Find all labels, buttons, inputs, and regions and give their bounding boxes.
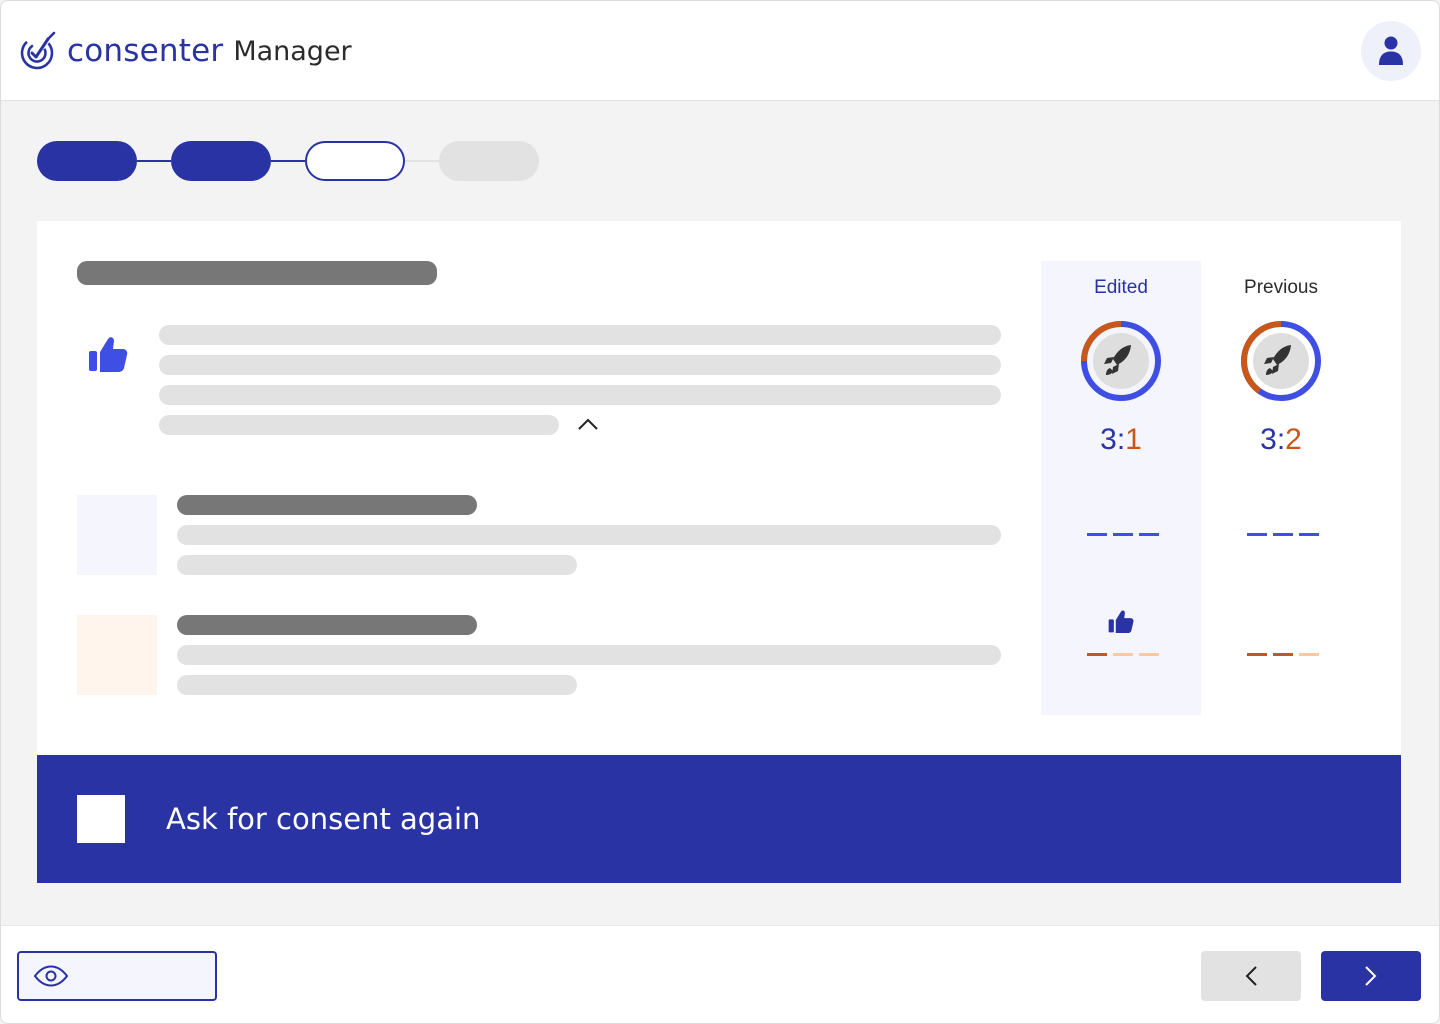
chevron-left-icon bbox=[1245, 966, 1257, 986]
donut-gauge bbox=[1241, 321, 1321, 401]
brand-product: Manager bbox=[233, 36, 352, 67]
ratio-right: 2 bbox=[1285, 423, 1302, 456]
step-connector bbox=[405, 160, 439, 162]
skeleton-text-line bbox=[159, 355, 1001, 375]
footer-bar bbox=[1, 925, 1439, 1023]
consent-banner: Ask for consent again bbox=[37, 755, 1401, 883]
item-thumbnail bbox=[77, 615, 157, 695]
ratio-right: 1 bbox=[1125, 423, 1142, 456]
ratio-separator: : bbox=[1116, 423, 1126, 456]
step-4 bbox=[439, 141, 539, 181]
skeleton-item-title bbox=[177, 615, 477, 635]
skeleton-heading bbox=[77, 261, 437, 285]
dashes-blue bbox=[1087, 533, 1159, 536]
user-icon bbox=[1379, 36, 1403, 65]
skeleton-item-title bbox=[177, 495, 477, 515]
ratio-separator: : bbox=[1276, 423, 1286, 456]
top-header: consenter Manager bbox=[1, 1, 1439, 101]
app-window: consenter Manager Edited 3:1 Previous 3:… bbox=[0, 0, 1440, 1024]
step-connector bbox=[271, 160, 305, 162]
target-check-logo-icon bbox=[20, 31, 56, 70]
edited-column: Edited 3:1 bbox=[1041, 261, 1201, 715]
thumbs-up-icon bbox=[1108, 610, 1134, 634]
preview-button[interactable] bbox=[17, 951, 217, 1001]
user-avatar-button[interactable] bbox=[1361, 21, 1421, 81]
donut-gauge bbox=[1081, 321, 1161, 401]
dashes-orange bbox=[1247, 653, 1319, 656]
step-connector bbox=[137, 160, 171, 162]
step-3-current[interactable] bbox=[305, 141, 405, 181]
ratio-edited: 3:1 bbox=[1041, 423, 1201, 457]
skeleton-text-line bbox=[159, 415, 559, 435]
thumbs-up-icon bbox=[89, 337, 128, 372]
column-title-edited: Edited bbox=[1094, 277, 1148, 298]
skeleton-text-line bbox=[177, 555, 577, 575]
brand-logo[interactable]: consenter Manager bbox=[15, 27, 352, 75]
skeleton-text-line bbox=[159, 325, 1001, 345]
ratio-previous: 3:2 bbox=[1201, 423, 1361, 457]
back-button[interactable] bbox=[1201, 951, 1301, 1001]
item-thumbnail bbox=[77, 495, 157, 575]
dashes-orange bbox=[1087, 653, 1159, 656]
previous-column: Previous 3:2 bbox=[1201, 261, 1361, 715]
chevron-right-icon bbox=[1365, 966, 1377, 986]
ratio-left: 3 bbox=[1260, 423, 1277, 456]
skeleton-text-line bbox=[177, 675, 577, 695]
chevron-up-icon[interactable] bbox=[577, 417, 599, 431]
step-1[interactable] bbox=[37, 141, 137, 181]
ratio-left: 3 bbox=[1100, 423, 1117, 456]
skeleton-text-line bbox=[177, 645, 1001, 665]
next-button[interactable] bbox=[1321, 951, 1421, 1001]
brand-name: consenter bbox=[67, 33, 224, 69]
comparison-card: Edited 3:1 Previous 3:2 bbox=[37, 221, 1401, 755]
consent-label[interactable]: Ask for consent again bbox=[166, 801, 480, 837]
consent-checkbox[interactable] bbox=[77, 795, 125, 843]
dashes-blue bbox=[1247, 533, 1319, 536]
skeleton-text-line bbox=[177, 525, 1001, 545]
skeleton-text-line bbox=[159, 385, 1001, 405]
column-title-previous: Previous bbox=[1244, 277, 1318, 298]
eye-icon bbox=[33, 965, 69, 987]
step-2[interactable] bbox=[171, 141, 271, 181]
